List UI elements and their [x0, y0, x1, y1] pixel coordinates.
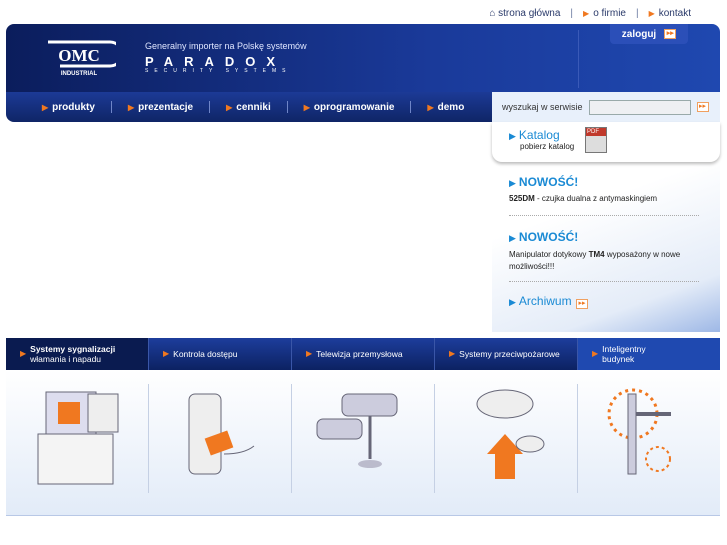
tagline: Generalny importer na Polskę systemów	[145, 41, 307, 51]
search-label: wyszukaj w serwisie	[502, 102, 583, 112]
nav-cenniki[interactable]: ▶ cenniki	[226, 102, 271, 113]
divider	[578, 30, 579, 88]
category-bar: ▶ Systemy sygnalizacji włamania i napadu ▶…	[6, 338, 720, 370]
catalog-title[interactable]: Katalog	[519, 128, 560, 142]
nav-demo[interactable]: ▶ demo	[427, 102, 464, 113]
category-access-control[interactable]: ▶ Kontrola dostępu	[149, 338, 292, 370]
category-alarm[interactable]: ▶ Systemy sygnalizacji włamania i napadu	[6, 338, 149, 370]
news-item[interactable]: ▶ NOWOŚĆ! Manipulator dotykowy TM4 wyposa…	[509, 228, 709, 282]
about-link[interactable]: ▶ o firmie	[583, 8, 626, 19]
login-button[interactable]: zaloguj ▸▸	[610, 24, 688, 44]
smoke-detector-image[interactable]	[435, 384, 578, 493]
access-control-image[interactable]	[149, 384, 292, 493]
search-submit-button[interactable]: ▸▸	[696, 102, 709, 112]
arrow-icon: ▶	[583, 9, 590, 18]
category-fire[interactable]: ▶ Systemy przeciwpożarowe	[435, 338, 578, 370]
home-link[interactable]: ⌂ strona główna	[489, 8, 560, 19]
nav-oprogramowanie[interactable]: ▶ oprogramowanie	[304, 102, 395, 113]
contact-link[interactable]: ▶ kontakt	[649, 8, 691, 19]
paradox-logo: PARADOX	[145, 54, 287, 69]
svg-text:INDUSTRIAL: INDUSTRIAL	[61, 71, 98, 77]
search-bar: wyszukaj w serwisie ▸▸	[492, 92, 720, 122]
top-links: ⌂ strona główna | ▶ o firmie | ▶ kontakt	[489, 8, 691, 19]
smart-building-image[interactable]	[578, 384, 720, 493]
forward-icon: ▸▸	[664, 29, 677, 39]
category-images	[6, 370, 720, 516]
svg-text:OMC: OMC	[58, 46, 100, 65]
search-input[interactable]	[588, 99, 691, 115]
category-cctv[interactable]: ▶ Telewizja przemysłowa	[292, 338, 435, 370]
nav-produkty[interactable]: ▶ produkty	[42, 102, 95, 113]
omc-logo[interactable]: OMC INDUSTRIAL	[42, 38, 116, 78]
alarm-panel-image[interactable]	[6, 384, 149, 493]
catalog-box[interactable]: ▶ Katalog pobierz katalog PDF	[492, 122, 720, 162]
cctv-camera-image[interactable]	[292, 384, 435, 493]
archive-link[interactable]: ▶ Archiwum ▸▸	[509, 292, 589, 310]
news-item[interactable]: ▶ NOWOŚĆ! 525DM - czujka dualna z antymas…	[509, 173, 709, 216]
pdf-icon[interactable]: PDF	[585, 127, 607, 153]
category-smart-building[interactable]: ▶ Inteligentny budynek	[578, 338, 720, 370]
forward-icon: ▸▸	[576, 299, 589, 309]
paradox-subtitle: SECURITY SYSTEMS	[145, 68, 292, 74]
nav-prezentacje[interactable]: ▶ prezentacje	[128, 102, 193, 113]
catalog-subtitle[interactable]: pobierz katalog	[520, 142, 574, 151]
arrow-icon: ▶	[648, 9, 655, 18]
main-nav: ▶ produkty ▶ prezentacje ▶ cenniki ▶ oprogra…	[6, 92, 492, 122]
home-icon: ⌂	[489, 8, 496, 19]
